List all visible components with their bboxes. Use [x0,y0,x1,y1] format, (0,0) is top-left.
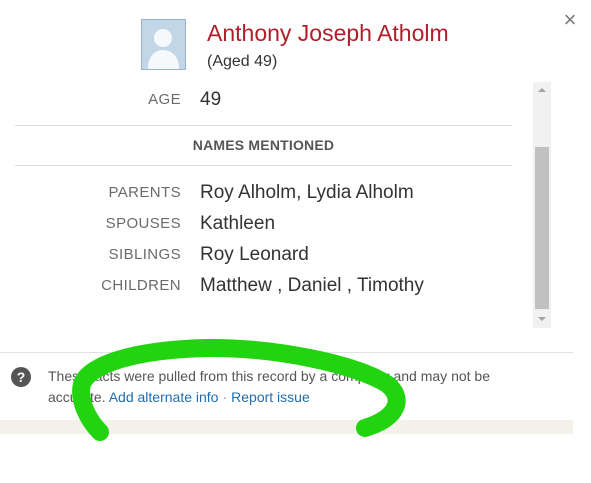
fact-row-spouses: SPOUSES Kathleen [15,213,515,237]
disclaimer-footer: ? These facts were pulled from this reco… [0,352,573,420]
person-name: Anthony Joseph Atholm [207,20,449,46]
person-silhouette-icon [142,20,185,69]
add-alternate-info-link[interactable]: Add alternate info [109,389,219,405]
fact-value: 49 [200,89,222,110]
avatar [141,19,186,70]
scroll-up-arrow-icon[interactable] [538,88,546,92]
link-separator: · [222,389,228,405]
person-age: (Aged 49) [207,53,278,70]
report-issue-link[interactable]: Report issue [231,389,310,405]
fact-label: SPOUSES [105,215,181,232]
facts-scroll-area[interactable]: AGE 49 NAMES MENTIONED PARENTS Roy Alhol… [15,82,551,332]
fact-value: Roy Alholm, Lydia Alholm [200,182,414,203]
disclaimer-text: These facts were pulled from this record… [48,366,548,408]
fact-row-children: CHILDREN Matthew , Daniel , Timothy [15,275,515,299]
fact-label: PARENTS [108,184,181,201]
fact-row-siblings: SIBLINGS Roy Leonard [15,244,515,268]
fact-label: AGE [148,91,181,108]
fact-label: SIBLINGS [108,246,181,263]
close-icon[interactable]: × [561,9,579,31]
scrollbar-thumb[interactable] [535,147,549,309]
divider [15,125,512,126]
fact-row-age: AGE 49 [15,89,515,113]
scroll-down-arrow-icon[interactable] [538,317,546,321]
fact-value: Kathleen [200,213,276,234]
divider [15,165,512,166]
section-heading: NAMES MENTIONED [192,137,335,153]
vertical-scrollbar[interactable] [533,82,551,328]
bottom-band [0,420,573,434]
fact-value: Roy Leonard [200,244,309,265]
fact-row-parents: PARENTS Roy Alholm, Lydia Alholm [15,182,515,206]
fact-label: CHILDREN [101,277,181,294]
help-icon[interactable]: ? [11,367,31,387]
fact-value: Matthew , Daniel , Timothy [200,275,424,296]
